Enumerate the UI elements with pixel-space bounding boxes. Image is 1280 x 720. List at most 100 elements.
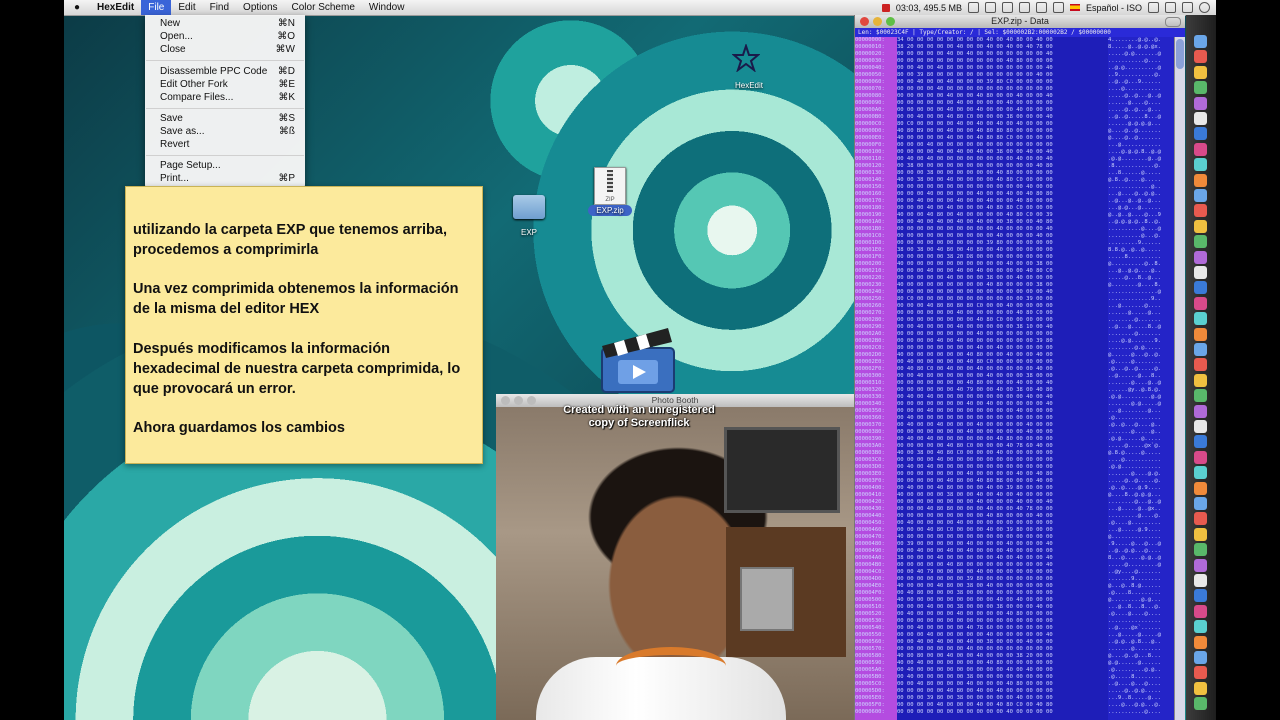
menu-item-open[interactable]: Open... ⌘O <box>160 31 295 43</box>
dock-app-icon[interactable] <box>1194 343 1207 356</box>
dock-app-icon[interactable] <box>1194 50 1207 64</box>
dock-app-icon[interactable] <box>1194 620 1207 634</box>
dock-app-icon[interactable] <box>1194 635 1207 649</box>
dock-app-icon[interactable] <box>1194 527 1207 541</box>
minimize-button[interactable] <box>514 396 523 405</box>
dock-app-icon[interactable] <box>1194 512 1207 526</box>
dock-app-icon[interactable] <box>1194 404 1207 418</box>
hex-window-titlebar[interactable]: EXP.zip - Data <box>855 15 1185 28</box>
hex-bytes-column[interactable]: 34 00 00 00 00 00 00 00 00 40 00 40 80 0… <box>897 37 1108 720</box>
menu-item-revert[interactable]: Revert <box>160 139 295 151</box>
hex-editor-window[interactable]: EXP.zip - Data Len: $00023C4F | Type/Cre… <box>854 15 1185 720</box>
menu-item-save[interactable]: Save ⌘S <box>160 113 295 125</box>
menu-item-new[interactable]: New ⌘N <box>160 18 295 30</box>
dock-app-icon[interactable] <box>1194 358 1207 372</box>
dock-app-icon[interactable] <box>1194 666 1207 680</box>
folder-icon[interactable] <box>513 195 545 219</box>
menu-item-save-as[interactable]: Save as... ⌘ß <box>160 126 295 138</box>
background-tv <box>724 427 840 513</box>
dock-app-icon[interactable] <box>1194 373 1207 387</box>
close-button[interactable] <box>860 17 869 26</box>
zip-badge: ZIP <box>605 197 615 203</box>
screenflick-watermark: Created with an unregistered copy of Scr… <box>563 404 715 429</box>
dock-app-icon[interactable] <box>1194 589 1207 603</box>
bluetooth-icon[interactable] <box>1018 2 1030 13</box>
dock-app-icon[interactable] <box>1194 389 1207 403</box>
dock-app-icon[interactable] <box>1194 651 1207 664</box>
minimize-button[interactable] <box>873 17 882 26</box>
menu-find[interactable]: Find <box>203 0 236 15</box>
dock-app-icon[interactable] <box>1194 142 1207 156</box>
wifi-icon[interactable] <box>1035 2 1047 13</box>
dock-app-icon[interactable] <box>1194 435 1207 449</box>
menu-separator <box>146 155 304 156</box>
screenflick-clapper-icon[interactable] <box>596 322 680 394</box>
dock-app-icon[interactable] <box>1194 158 1207 172</box>
dock-app-icon[interactable] <box>1194 112 1207 125</box>
toolbar-toggle-icon[interactable] <box>1165 17 1181 27</box>
dock-app-icon[interactable] <box>1194 250 1207 264</box>
volume-icon[interactable] <box>1052 2 1064 13</box>
close-button[interactable] <box>501 396 510 405</box>
dock-app-icon[interactable] <box>1194 604 1207 618</box>
status-icon-2[interactable] <box>984 2 996 13</box>
dock-app-icon[interactable] <box>1194 558 1207 572</box>
dock-app-icon[interactable] <box>1194 204 1207 218</box>
sticky-note[interactable]: utilizando la carpeta EXP que tenemos ar… <box>125 186 483 464</box>
menu-options[interactable]: Options <box>236 0 284 15</box>
dock-app-icon[interactable] <box>1194 189 1207 202</box>
vertical-scrollbar[interactable] <box>1174 37 1185 720</box>
zip-file-icon[interactable]: ZIP <box>594 167 626 205</box>
dock-app-icon[interactable] <box>1194 312 1207 326</box>
dock-app-icon[interactable] <box>1194 681 1207 695</box>
dock-app-icon[interactable] <box>1194 35 1207 48</box>
dock-app-icon[interactable] <box>1194 574 1207 587</box>
dock-app-icon[interactable] <box>1194 127 1207 141</box>
battery-icon[interactable] <box>1148 2 1159 13</box>
menu-item-print[interactable]: Print... ⌘P <box>160 173 295 185</box>
menu-item-compare-files[interactable]: Compare Files... ⌘K <box>160 92 295 104</box>
dock-app-icon[interactable] <box>1194 481 1207 495</box>
dock-app-icon[interactable] <box>1194 450 1207 464</box>
dock-app-icon[interactable] <box>1194 65 1207 79</box>
webcam-feed <box>496 407 854 720</box>
menu-item-edit-other-fork[interactable]: Edit Other Fork ⌘E <box>160 79 295 91</box>
menu-edit[interactable]: Edit <box>171 0 202 15</box>
dock-app-icon[interactable] <box>1194 173 1207 187</box>
apple-menu-icon[interactable]: ● <box>64 2 90 13</box>
menu-item-close[interactable]: Close ⌘W <box>160 44 295 56</box>
record-icon[interactable] <box>881 3 890 12</box>
dock-app-icon[interactable] <box>1194 543 1207 557</box>
zoom-button[interactable] <box>886 17 895 26</box>
spanish-flag-icon <box>1069 4 1080 11</box>
dock-app-icon[interactable] <box>1194 296 1207 310</box>
note-paragraph-3: Después modificamos la información hexad… <box>133 341 461 397</box>
dock-app-icon[interactable] <box>1194 219 1207 233</box>
dock-app-icon[interactable] <box>1194 497 1207 510</box>
menu-item-disassemble[interactable]: Disassemble PPC Code ⌘D <box>160 66 295 78</box>
spotlight-icon[interactable] <box>1199 2 1210 13</box>
photo-booth-window[interactable]: Photo Booth <box>496 394 854 720</box>
dock-app-icon[interactable] <box>1194 266 1207 279</box>
user-icon[interactable] <box>1165 2 1176 13</box>
dock-app-icon[interactable] <box>1194 281 1207 295</box>
menu-color-scheme[interactable]: Color Scheme <box>285 0 362 15</box>
menu-file[interactable]: File <box>141 0 172 15</box>
hexedit-app-icon[interactable] <box>731 42 761 73</box>
dock-app-icon[interactable] <box>1194 466 1207 480</box>
dock-app-icon[interactable] <box>1194 420 1207 433</box>
menu-item-page-setup[interactable]: Page Setup... <box>160 160 295 172</box>
menu-app-name[interactable]: HexEdit <box>90 0 141 15</box>
dock-app-icon[interactable] <box>1194 235 1207 249</box>
status-icon-3[interactable] <box>1001 2 1013 13</box>
dock-app-icon[interactable] <box>1194 327 1207 341</box>
status-icon-1[interactable] <box>967 2 979 13</box>
ascii-column[interactable]: 4........@.@..@. 8.....@..@.@.@x. .....@… <box>1108 37 1174 720</box>
dock-app-icon[interactable] <box>1194 81 1207 95</box>
input-source[interactable]: Español - ISO <box>1086 3 1142 13</box>
menu-window[interactable]: Window <box>362 0 412 15</box>
dock-app-icon[interactable] <box>1194 697 1207 711</box>
scroll-thumb[interactable] <box>1176 39 1184 69</box>
clock-icon[interactable] <box>1182 2 1193 13</box>
dock-app-icon[interactable] <box>1194 96 1207 110</box>
